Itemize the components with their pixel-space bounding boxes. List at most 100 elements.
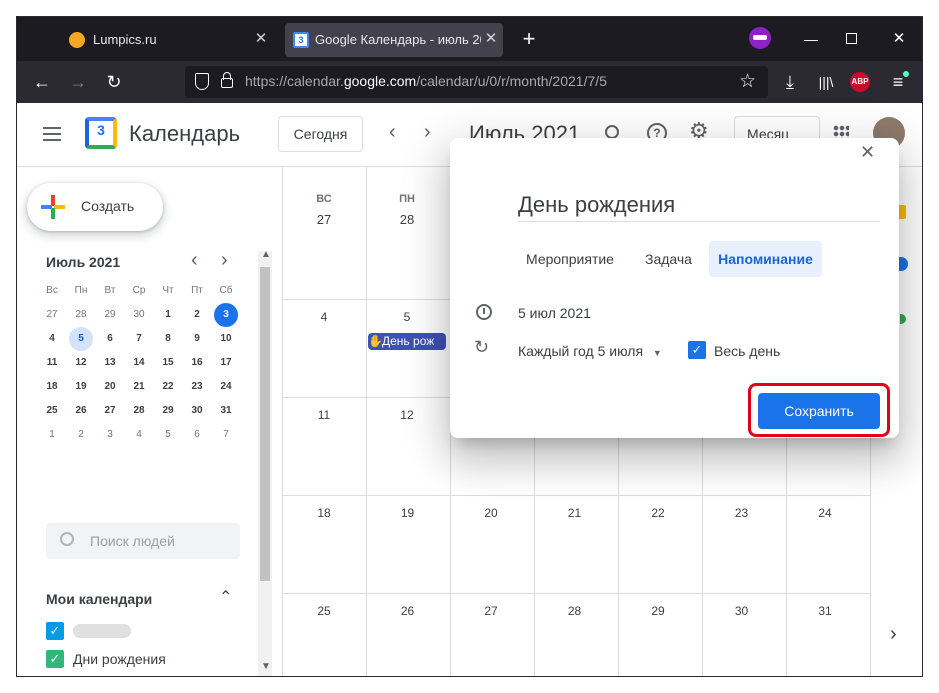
mini-day[interactable]: 14 (127, 351, 151, 375)
mini-day[interactable]: 1 (156, 303, 180, 327)
tab-task[interactable]: Задача (637, 241, 700, 277)
prev-month-icon[interactable]: ‹ (389, 121, 396, 144)
mini-day[interactable]: 30 (185, 399, 209, 423)
mini-day[interactable]: 25 (40, 399, 64, 423)
mini-day[interactable]: 23 (185, 375, 209, 399)
mini-day[interactable]: 4 (127, 423, 151, 447)
sidebar-scrollbar[interactable]: ▲ ▼ (258, 249, 272, 676)
day-number[interactable]: 23 (722, 506, 762, 520)
mini-day[interactable]: 6 (98, 327, 122, 351)
mini-day[interactable]: 21 (127, 375, 151, 399)
tab-event[interactable]: Мероприятие (518, 241, 622, 277)
all-day-checkbox[interactable]: ✓ (688, 341, 706, 359)
day-number[interactable]: 5 (387, 310, 427, 324)
mini-day[interactable]: 17 (214, 351, 238, 375)
new-tab-button[interactable]: + (517, 27, 541, 51)
day-number[interactable]: 31 (805, 604, 845, 618)
day-number[interactable]: 26 (388, 604, 428, 618)
day-number[interactable]: 4 (304, 310, 344, 324)
mini-day[interactable]: 18 (40, 375, 64, 399)
today-button[interactable]: Сегодня (278, 116, 363, 152)
event-chip[interactable]: ✋День рож (368, 333, 446, 350)
collapse-calendars-icon[interactable]: ⌃ (219, 587, 232, 607)
day-number[interactable]: 12 (387, 408, 427, 422)
mini-prev-icon[interactable]: ‹ (191, 249, 198, 272)
mini-day[interactable]: 3 (98, 423, 122, 447)
tab-google-calendar[interactable]: 3 Google Календарь - июль 2021 ✕ (285, 23, 503, 57)
day-number[interactable]: 19 (388, 506, 428, 520)
address-bar[interactable]: https://calendar.google.com/calendar/u/0… (185, 66, 768, 98)
minimize-icon[interactable]: — (801, 29, 821, 49)
search-icon[interactable] (605, 125, 619, 139)
scroll-up-icon[interactable]: ▲ (261, 249, 271, 260)
mini-day[interactable]: 5 (156, 423, 180, 447)
download-icon[interactable]: ⤓ (777, 69, 803, 95)
mini-day[interactable]: 4 (40, 327, 64, 351)
calendar-checkbox[interactable]: ✓ (46, 650, 64, 668)
mini-day[interactable]: 20 (98, 375, 122, 399)
mini-day[interactable]: 9 (185, 327, 209, 351)
mini-day[interactable]: 2 (185, 303, 209, 327)
library-icon[interactable]: |||\ (813, 69, 839, 95)
mini-day[interactable]: 30 (127, 303, 151, 327)
expand-side-panel-icon[interactable]: › (890, 623, 897, 646)
mini-day[interactable]: 27 (98, 399, 122, 423)
mini-day[interactable]: 28 (127, 399, 151, 423)
mini-day[interactable]: 31 (214, 399, 238, 423)
mini-day[interactable]: 22 (156, 375, 180, 399)
day-number[interactable]: 21 (555, 506, 595, 520)
day-number[interactable]: 25 (304, 604, 344, 618)
tab-reminder[interactable]: Напоминание (709, 241, 822, 277)
maximize-icon[interactable] (846, 33, 857, 44)
mini-day[interactable]: 5 (69, 327, 93, 351)
tab-lumpics[interactable]: Lumpics.ru ✕ (59, 23, 277, 57)
bookmark-star-icon[interactable]: ☆ (739, 70, 756, 93)
day-number[interactable]: 30 (722, 604, 762, 618)
title-input[interactable]: День рождения (518, 182, 880, 222)
mini-day[interactable]: 11 (40, 351, 64, 375)
day-number[interactable]: 27 (471, 604, 511, 618)
mini-day[interactable]: 15 (156, 351, 180, 375)
mini-day[interactable]: 8 (156, 327, 180, 351)
mini-day[interactable]: 26 (69, 399, 93, 423)
abp-extension-icon[interactable]: ABP (850, 72, 870, 92)
calendar-checkbox[interactable]: ✓ (46, 622, 64, 640)
date-value[interactable]: 5 июл 2021 (518, 305, 591, 321)
close-window-icon[interactable]: ✕ (889, 29, 909, 49)
mini-day[interactable]: 29 (98, 303, 122, 327)
mini-day[interactable]: 16 (185, 351, 209, 375)
day-number[interactable]: 22 (638, 506, 678, 520)
main-menu-icon[interactable] (43, 127, 61, 141)
mini-day[interactable]: 6 (185, 423, 209, 447)
my-calendars-title[interactable]: Мои календари (46, 591, 152, 607)
mini-day[interactable]: 24 (214, 375, 238, 399)
mini-day[interactable]: 1 (40, 423, 64, 447)
mini-day[interactable]: 7 (127, 327, 151, 351)
day-number[interactable]: 24 (805, 506, 845, 520)
shield-icon[interactable] (195, 73, 209, 90)
close-tab-icon[interactable]: ✕ (481, 29, 501, 49)
mini-next-icon[interactable]: › (221, 249, 228, 272)
reload-icon[interactable]: ↻ (101, 69, 127, 95)
mini-day[interactable]: 13 (98, 351, 122, 375)
save-button[interactable]: Сохранить (758, 393, 880, 429)
day-number[interactable]: 29 (638, 604, 678, 618)
close-tab-icon[interactable]: ✕ (251, 29, 271, 49)
day-number[interactable]: 28 (387, 212, 427, 227)
close-dialog-icon[interactable]: ✕ (860, 142, 875, 163)
back-icon[interactable]: ← (29, 69, 55, 95)
day-number[interactable]: 18 (304, 506, 344, 520)
day-number[interactable]: 28 (555, 604, 595, 618)
day-number[interactable]: 20 (471, 506, 511, 520)
repeat-dropdown[interactable]: Каждый год 5 июля ▼ (518, 343, 662, 359)
day-number[interactable]: 27 (304, 212, 344, 227)
mini-day[interactable]: 2 (69, 423, 93, 447)
create-button[interactable]: Создать (27, 183, 163, 231)
next-month-icon[interactable]: › (424, 121, 431, 144)
search-people-field[interactable]: Поиск людей (46, 523, 240, 559)
mini-day[interactable]: 27 (40, 303, 64, 327)
mini-day[interactable]: 29 (156, 399, 180, 423)
mini-day[interactable]: 3 (214, 303, 238, 327)
day-number[interactable]: 11 (304, 408, 344, 422)
scroll-down-icon[interactable]: ▼ (261, 661, 271, 672)
